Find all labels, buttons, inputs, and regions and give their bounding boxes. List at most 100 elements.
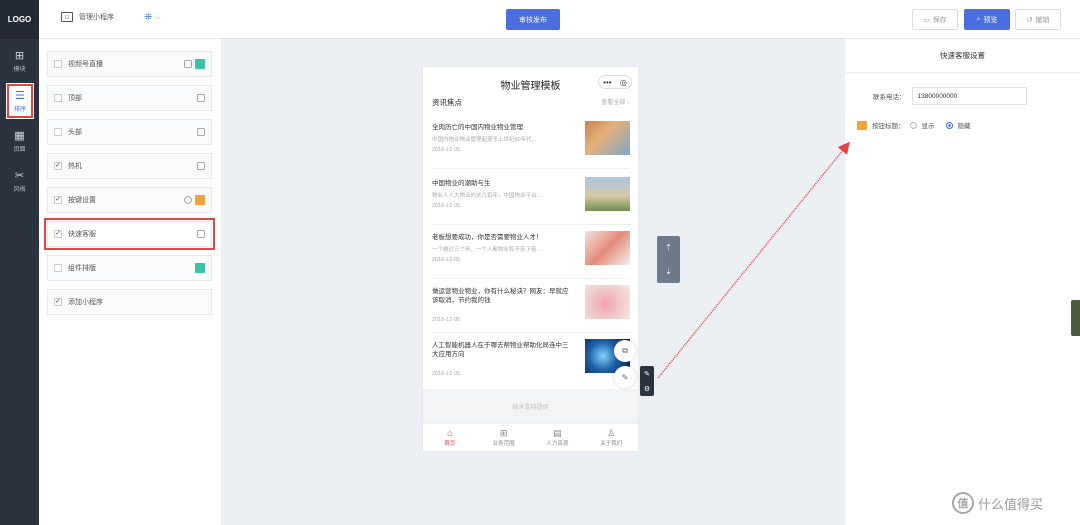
save-icon: ▭ bbox=[923, 16, 930, 24]
component-label: 头部 bbox=[68, 129, 82, 136]
phone-field-row: 联系电话： bbox=[873, 87, 1027, 105]
tab-home[interactable]: ⌂ 首页 bbox=[423, 424, 477, 451]
watermark-text: 什么值得买 bbox=[978, 496, 1044, 512]
home-icon: ⌂ bbox=[447, 428, 453, 438]
component-label: 按键设置 bbox=[68, 197, 96, 204]
app-selector[interactable]: ◻ 管理小程序 bbox=[61, 12, 114, 22]
user-icon: ♙ bbox=[607, 428, 616, 438]
component-badge-icon bbox=[195, 263, 205, 273]
edit-tools: ✎ ⚙ bbox=[640, 366, 654, 396]
component-badge-icon bbox=[195, 59, 205, 69]
tab-label: 业务范围 bbox=[492, 441, 515, 447]
save-label: 保存 bbox=[932, 16, 947, 24]
component-row[interactable]: 视频号直播 bbox=[47, 51, 212, 77]
move-down-icon[interactable]: ⇣ bbox=[665, 267, 672, 276]
settings-icon[interactable] bbox=[184, 196, 192, 204]
phone-field-label: 联系电话： bbox=[873, 94, 906, 101]
checkbox-checked[interactable]: ✓ bbox=[54, 298, 62, 306]
plus-square-icon: ⊞ bbox=[14, 49, 25, 62]
checkbox[interactable] bbox=[54, 94, 62, 102]
news-item[interactable]: 人工智能机器人在于哪去帮物业帮助化局连中三大应用方向 2016-12-05 bbox=[432, 333, 630, 387]
app-name-label: 管理小程序 bbox=[79, 14, 114, 21]
phone-input[interactable] bbox=[911, 87, 1027, 105]
component-row[interactable]: ✓ 添加小程序 bbox=[47, 289, 212, 315]
nav-item-label: 页面 bbox=[13, 146, 26, 153]
side-drawer-handle[interactable] bbox=[1071, 300, 1080, 336]
more-dots-icon[interactable]: ••• bbox=[603, 78, 611, 87]
file-icon[interactable] bbox=[197, 162, 205, 170]
nav-item-style[interactable]: ✂ 风格 bbox=[0, 163, 39, 199]
component-row-selected[interactable]: ✓ 快速客服 bbox=[44, 218, 215, 250]
checkbox[interactable] bbox=[54, 60, 62, 68]
undo-label: 撤销 bbox=[1035, 16, 1050, 24]
component-badge-icon bbox=[195, 195, 205, 205]
checkbox-checked[interactable]: ✓ bbox=[54, 196, 62, 204]
folder-icon[interactable] bbox=[184, 60, 192, 68]
publish-button[interactable]: 审核发布 bbox=[506, 9, 560, 30]
nav-item-sort[interactable]: ☰ 排序 bbox=[6, 83, 34, 119]
news-date: 2016-12-05 bbox=[432, 371, 461, 377]
news-item[interactable]: 做运营物业物业，你有什么秘诀？网友：早就应该取消，节约我的钱 2016-12-0… bbox=[432, 279, 630, 333]
layout-switch[interactable]: ⁜ ⌵ bbox=[144, 12, 161, 23]
view-all-link[interactable]: 查看全部 › bbox=[601, 97, 629, 108]
news-item[interactable]: 中国物业的潮助与生 物业人人大物业的这几百年，中国物业平台... 2016-12… bbox=[432, 171, 630, 225]
file-icon[interactable] bbox=[197, 128, 205, 136]
mini-program-capsule[interactable]: ••• ◎ bbox=[598, 75, 632, 89]
tab-business[interactable]: ⊞ 业务范围 bbox=[477, 424, 531, 451]
preview-button[interactable]: ⌕ 预览 bbox=[964, 9, 1010, 30]
phone-tab-bar: ⌂ 首页 ⊞ 业务范围 ▤ 人力资源 ♙ 关于我们 bbox=[423, 423, 638, 451]
news-date: 2016-12-05 bbox=[432, 147, 461, 153]
logo: LOGO bbox=[0, 0, 39, 39]
news-title: 老板想要成功，你是否需要物业人才！ bbox=[432, 234, 543, 241]
nav-item-modules[interactable]: ⊞ 模块 bbox=[0, 43, 39, 79]
link-button[interactable]: ✎ bbox=[614, 366, 636, 388]
news-desc: 中国内物业物业管理起源于上世纪80年代... bbox=[432, 137, 537, 143]
save-button[interactable]: ▭ 保存 bbox=[912, 9, 958, 30]
service-icon bbox=[857, 120, 867, 130]
edit-icon[interactable]: ✎ bbox=[644, 370, 650, 378]
move-up-icon[interactable]: ⇡ bbox=[665, 243, 672, 252]
radio-hide[interactable] bbox=[945, 121, 953, 129]
checkbox-checked[interactable]: ✓ bbox=[54, 230, 62, 238]
document-icon: ▤ bbox=[553, 428, 562, 438]
news-desc: 一个做过三个年，一个人都物业和不容下容... bbox=[432, 247, 542, 253]
undo-button[interactable]: ↺ 撤销 bbox=[1015, 9, 1061, 30]
component-label: 添加小程序 bbox=[68, 299, 103, 306]
undo-icon: ↺ bbox=[1026, 16, 1033, 24]
share-icon: ⧉ bbox=[622, 346, 628, 355]
news-item[interactable]: 老板想要成功，你是否需要物业人才！ 一个做过三个年，一个人都物业和不容下容...… bbox=[432, 225, 630, 279]
button-title-label: 按钮标题： bbox=[872, 123, 905, 130]
nav-item-label: 排序 bbox=[13, 106, 26, 113]
news-desc: 物业人人大物业的这几百年，中国物业平台... bbox=[432, 193, 542, 199]
tab-label: 关于我们 bbox=[600, 441, 623, 447]
tab-about[interactable]: ♙ 关于我们 bbox=[584, 424, 638, 451]
component-row[interactable]: ✓ 热机 bbox=[47, 153, 212, 179]
file-icon[interactable] bbox=[197, 94, 205, 102]
nav-item-pages[interactable]: ▦ 页面 bbox=[0, 123, 39, 159]
component-row[interactable]: 头部 bbox=[47, 119, 212, 145]
news-title: 人工智能机器人在于哪去帮物业帮助化局连中三大应用方向 bbox=[432, 342, 569, 358]
link-icon: ✎ bbox=[621, 372, 629, 382]
checkbox[interactable] bbox=[54, 264, 62, 272]
file-icon[interactable] bbox=[197, 230, 205, 238]
component-row[interactable]: 顶部 bbox=[47, 85, 212, 111]
layout-grid-icon: ⁜ bbox=[144, 12, 153, 23]
news-thumbnail-towers bbox=[585, 177, 630, 211]
news-item[interactable]: 全肉历亡的中国内物业物业管理 中国内物业物业管理起源于上世纪80年代... 20… bbox=[432, 115, 630, 169]
component-row[interactable]: ✓ 按键设置 bbox=[47, 187, 212, 213]
close-circle-icon[interactable]: ◎ bbox=[620, 78, 627, 87]
gear-icon[interactable]: ⚙ bbox=[644, 385, 650, 393]
tab-hr[interactable]: ▤ 人力资源 bbox=[531, 424, 585, 451]
chevron-down-icon: ⌵ bbox=[155, 13, 161, 21]
watermark: 值 什么值得买 bbox=[952, 492, 1043, 514]
button-title-row: 按钮标题： 显示 隐藏 bbox=[857, 120, 971, 130]
radio-show[interactable] bbox=[909, 121, 917, 129]
checkbox[interactable] bbox=[54, 128, 62, 136]
nav-item-label: 模块 bbox=[13, 66, 26, 73]
app-icon: ◻ bbox=[61, 12, 73, 22]
component-row[interactable]: 组件排版 bbox=[47, 255, 212, 281]
share-button[interactable]: ⧉ bbox=[614, 340, 636, 362]
grid-icon: ▦ bbox=[14, 129, 25, 142]
checkbox-checked[interactable]: ✓ bbox=[54, 162, 62, 170]
component-label: 视频号直播 bbox=[68, 61, 103, 68]
